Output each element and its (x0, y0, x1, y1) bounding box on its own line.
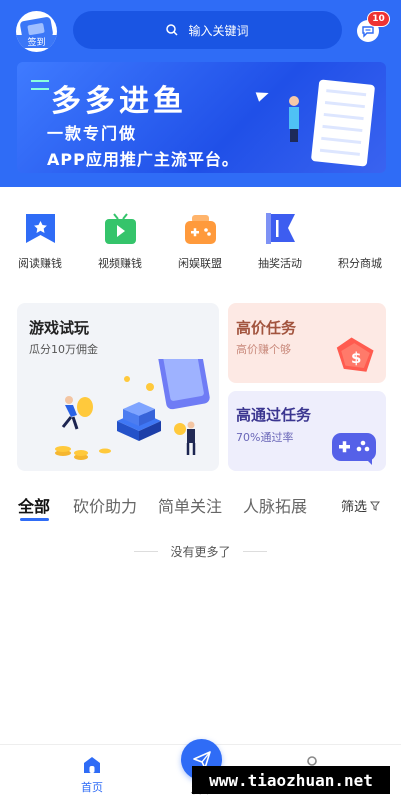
tab-network[interactable]: 人脉拓展 (243, 493, 307, 517)
no-more-text: 没有更多了 (170, 545, 231, 559)
active-tab-indicator (20, 518, 49, 521)
scroll-illustration (310, 79, 376, 167)
banner-subtitle-2: APP应用推广主流平台。 (47, 150, 239, 169)
wave-decoration (31, 80, 49, 90)
search-bar[interactable]: 输入关键词 (73, 11, 342, 49)
video-tv-icon (104, 212, 137, 245)
quick-link-entertainment[interactable]: 闲娱联盟 (160, 212, 240, 271)
signin-button[interactable]: 签到 (16, 11, 57, 52)
points-mall-icon (344, 212, 377, 245)
card-subtitle: 70%通过率 (236, 431, 294, 444)
quick-link-video[interactable]: 视频赚钱 (80, 212, 160, 271)
tab-simple-follow[interactable]: 简单关注 (158, 493, 222, 517)
message-count-badge: 10 (367, 11, 390, 27)
nav-home-label: 首页 (81, 781, 103, 794)
quick-link-points-mall[interactable]: 积分商城 (320, 212, 400, 271)
search-icon (166, 24, 179, 36)
game-phone-illustration (55, 359, 210, 460)
divider-left (134, 551, 159, 552)
quick-link-lottery[interactable]: 抽奖活动 (240, 212, 320, 271)
lottery-flag-icon (264, 212, 297, 245)
reading-flag-icon (24, 212, 57, 245)
nav-home[interactable]: 首页 (62, 755, 122, 795)
quick-link-label: 阅读赚钱 (18, 257, 62, 270)
quick-link-label: 抽奖活动 (258, 257, 302, 270)
watermark: www.tiaozhuan.net (192, 766, 390, 794)
promo-banner[interactable]: 多多进鱼 一款专门做 APP应用推广主流平台。 (17, 62, 386, 173)
filter-button[interactable]: 筛选 (341, 496, 381, 515)
gamepad-box-icon (184, 212, 217, 245)
card-title: 高价任务 (236, 319, 297, 337)
card-subtitle: 瓜分10万佣金 (29, 343, 98, 356)
home-icon (84, 757, 100, 773)
card-title: 高通过任务 (236, 406, 312, 424)
tab-bargain[interactable]: 砍价助力 (73, 493, 137, 517)
person-illustration (289, 96, 299, 142)
signin-label: 签到 (16, 35, 57, 48)
card-subtitle: 高价赚个够 (236, 343, 291, 356)
quick-link-label: 视频赚钱 (98, 257, 142, 270)
filter-label: 筛选 (341, 500, 368, 515)
price-tag-icon: $ (336, 337, 374, 372)
quick-link-label: 闲娱联盟 (178, 257, 222, 270)
search-placeholder: 输入关键词 (188, 23, 249, 38)
quick-link-reading[interactable]: 阅读赚钱 (0, 212, 80, 271)
header: 签到 输入关键词 10 多多进鱼 一款专门做 APP应用推广主流平台。 (0, 0, 401, 187)
paper-plane-icon (255, 88, 271, 102)
no-more-indicator: 没有更多了 (0, 543, 401, 560)
banner-title: 多多进鱼 (51, 84, 187, 119)
divider-right (242, 551, 267, 552)
card-title: 游戏试玩 (29, 319, 90, 337)
tab-all[interactable]: 全部 (18, 493, 50, 517)
high-pass-task-card[interactable]: 高通过任务 70%通过率 (228, 391, 386, 471)
gamepad-icon (332, 433, 376, 465)
game-trial-card[interactable]: 游戏试玩 瓜分10万佣金 (17, 303, 219, 471)
svg-text:$: $ (351, 349, 361, 367)
filter-funnel-icon (370, 501, 381, 511)
quick-link-label: 积分商城 (338, 257, 382, 270)
high-price-task-card[interactable]: 高价任务 高价赚个够 $ (228, 303, 386, 383)
quick-links: 阅读赚钱 视频赚钱 闲娱联盟 抽奖活动 积分商城 (0, 212, 401, 271)
category-tabs: 全部 砍价助力 简单关注 人脉拓展 筛选 (0, 490, 401, 521)
banner-subtitle: 一款专门做 (47, 124, 138, 143)
